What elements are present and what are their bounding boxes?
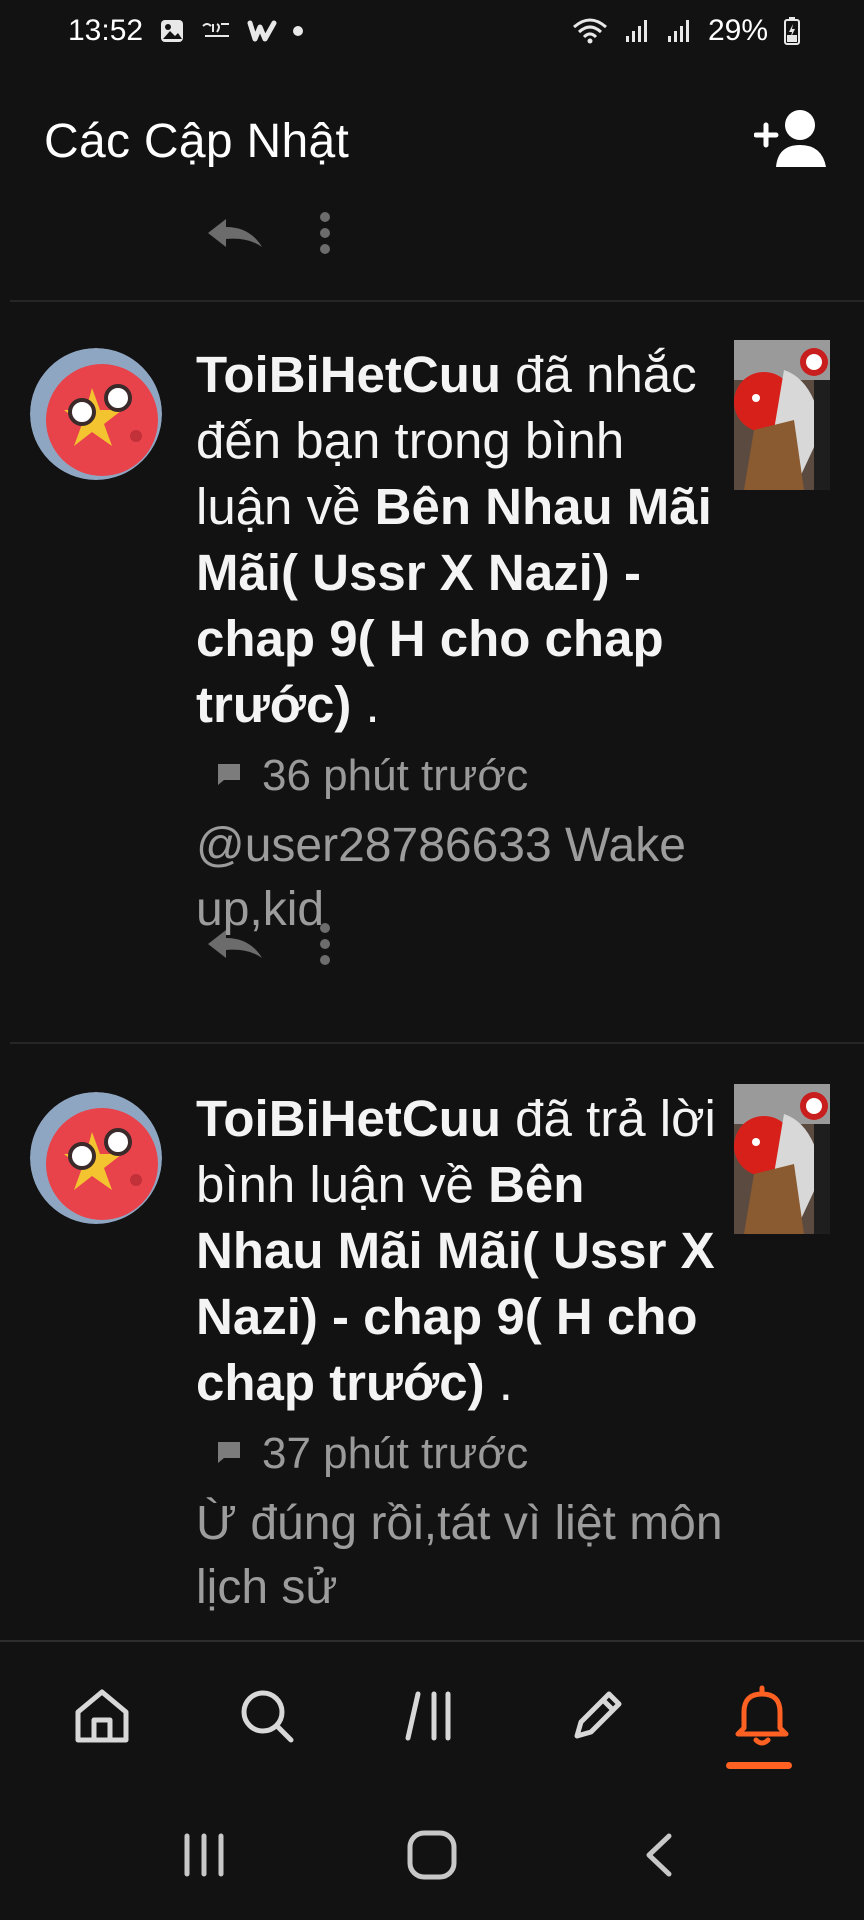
- nav-search[interactable]: [217, 1661, 317, 1771]
- recent-apps-icon: [184, 1833, 224, 1877]
- notifications-bell-icon: [735, 1685, 789, 1746]
- reply-button[interactable]: [204, 924, 266, 964]
- previous-item-actions: [0, 200, 864, 266]
- notification-time: 36 phút trước: [262, 751, 529, 800]
- search-icon: [241, 1690, 294, 1743]
- active-tab-indicator: [725, 1762, 792, 1769]
- notification-body: ToiBiHetCuu đã nhắc đến bạn trong bình l…: [196, 342, 726, 942]
- notification-actions: [0, 914, 332, 974]
- notification-suffix: .: [351, 676, 380, 733]
- carrier-logo-icon: [201, 20, 231, 42]
- status-bar: 13:52 29%: [0, 0, 864, 62]
- story-thumbnail[interactable]: [734, 1084, 830, 1234]
- reply-icon: [208, 219, 262, 247]
- reply-button[interactable]: [204, 213, 266, 253]
- more-options-button[interactable]: [318, 211, 332, 255]
- battery-charging-icon: [784, 17, 800, 45]
- comment-preview[interactable]: Ừ đúng rồi,tát vì liệt môn lịch sử: [196, 1492, 726, 1620]
- signal-icon: [666, 18, 692, 44]
- app-bar: Các Cập Nhật: [0, 62, 864, 220]
- nav-home[interactable]: [52, 1661, 152, 1771]
- notification-meta: 36 phút trước: [196, 742, 726, 810]
- back-button[interactable]: [615, 1810, 705, 1900]
- nav-write[interactable]: [547, 1661, 647, 1771]
- reply-icon: [208, 930, 262, 958]
- nav-library[interactable]: [382, 1661, 482, 1771]
- status-right: 29%: [572, 14, 800, 48]
- screen: 13:52 29% Các Cập Nhật ToiBiHetCuu đã nh…: [0, 0, 864, 1920]
- story-thumbnail[interactable]: [734, 340, 830, 490]
- home-circle-icon: [407, 1830, 457, 1880]
- signal-icon: [624, 18, 650, 44]
- home-system-button[interactable]: [387, 1810, 477, 1900]
- notifications-feed[interactable]: ToiBiHetCuu đã nhắc đến bạn trong bình l…: [0, 200, 864, 1642]
- nav-notifications[interactable]: [712, 1661, 812, 1771]
- image-icon: [159, 18, 185, 44]
- notification-text[interactable]: ToiBiHetCuu đã nhắc đến bạn trong bình l…: [196, 342, 726, 738]
- notification-item[interactable]: ToiBiHetCuu đã nhắc đến bạn trong bình l…: [0, 302, 864, 1086]
- status-time: 13:52: [68, 14, 144, 47]
- avatar[interactable]: [30, 348, 162, 480]
- dot-icon: [293, 26, 304, 36]
- page-title: Các Cập Nhật: [44, 114, 350, 168]
- notification-time: 37 phút trước: [262, 1429, 529, 1478]
- notification-user[interactable]: ToiBiHetCuu: [196, 1090, 501, 1147]
- recent-apps-button[interactable]: [159, 1810, 249, 1900]
- wifi-icon: [572, 17, 608, 45]
- home-icon: [75, 1689, 129, 1743]
- more-vertical-icon: [320, 212, 330, 254]
- avatar[interactable]: [30, 1092, 162, 1224]
- notification-text[interactable]: ToiBiHetCuu đã trả lời bình luận về Bên …: [196, 1086, 726, 1416]
- write-icon: [574, 1691, 622, 1739]
- battery-percent: 29%: [707, 14, 768, 47]
- library-icon: [405, 1691, 451, 1741]
- notification-user[interactable]: ToiBiHetCuu: [196, 346, 501, 403]
- add-user-button[interactable]: [752, 101, 832, 181]
- notification-suffix: .: [484, 1354, 513, 1411]
- back-icon: [646, 1833, 672, 1877]
- comment-icon: [216, 1440, 242, 1469]
- notification-item[interactable]: ToiBiHetCuu đã trả lời bình luận về Bên …: [0, 1046, 864, 1620]
- wattpad-w-icon: [247, 19, 277, 43]
- more-vertical-icon: [320, 923, 330, 965]
- system-navigation: [0, 1790, 864, 1920]
- status-left: 13:52: [68, 14, 304, 48]
- add-user-icon: [753, 107, 830, 176]
- notification-meta: 37 phút trước: [196, 1420, 726, 1488]
- notification-body: ToiBiHetCuu đã trả lời bình luận về Bên …: [196, 1086, 726, 1620]
- divider: [10, 1042, 864, 1044]
- comment-icon: [216, 762, 242, 791]
- more-options-button[interactable]: [318, 922, 332, 966]
- bottom-navigation: [0, 1640, 864, 1790]
